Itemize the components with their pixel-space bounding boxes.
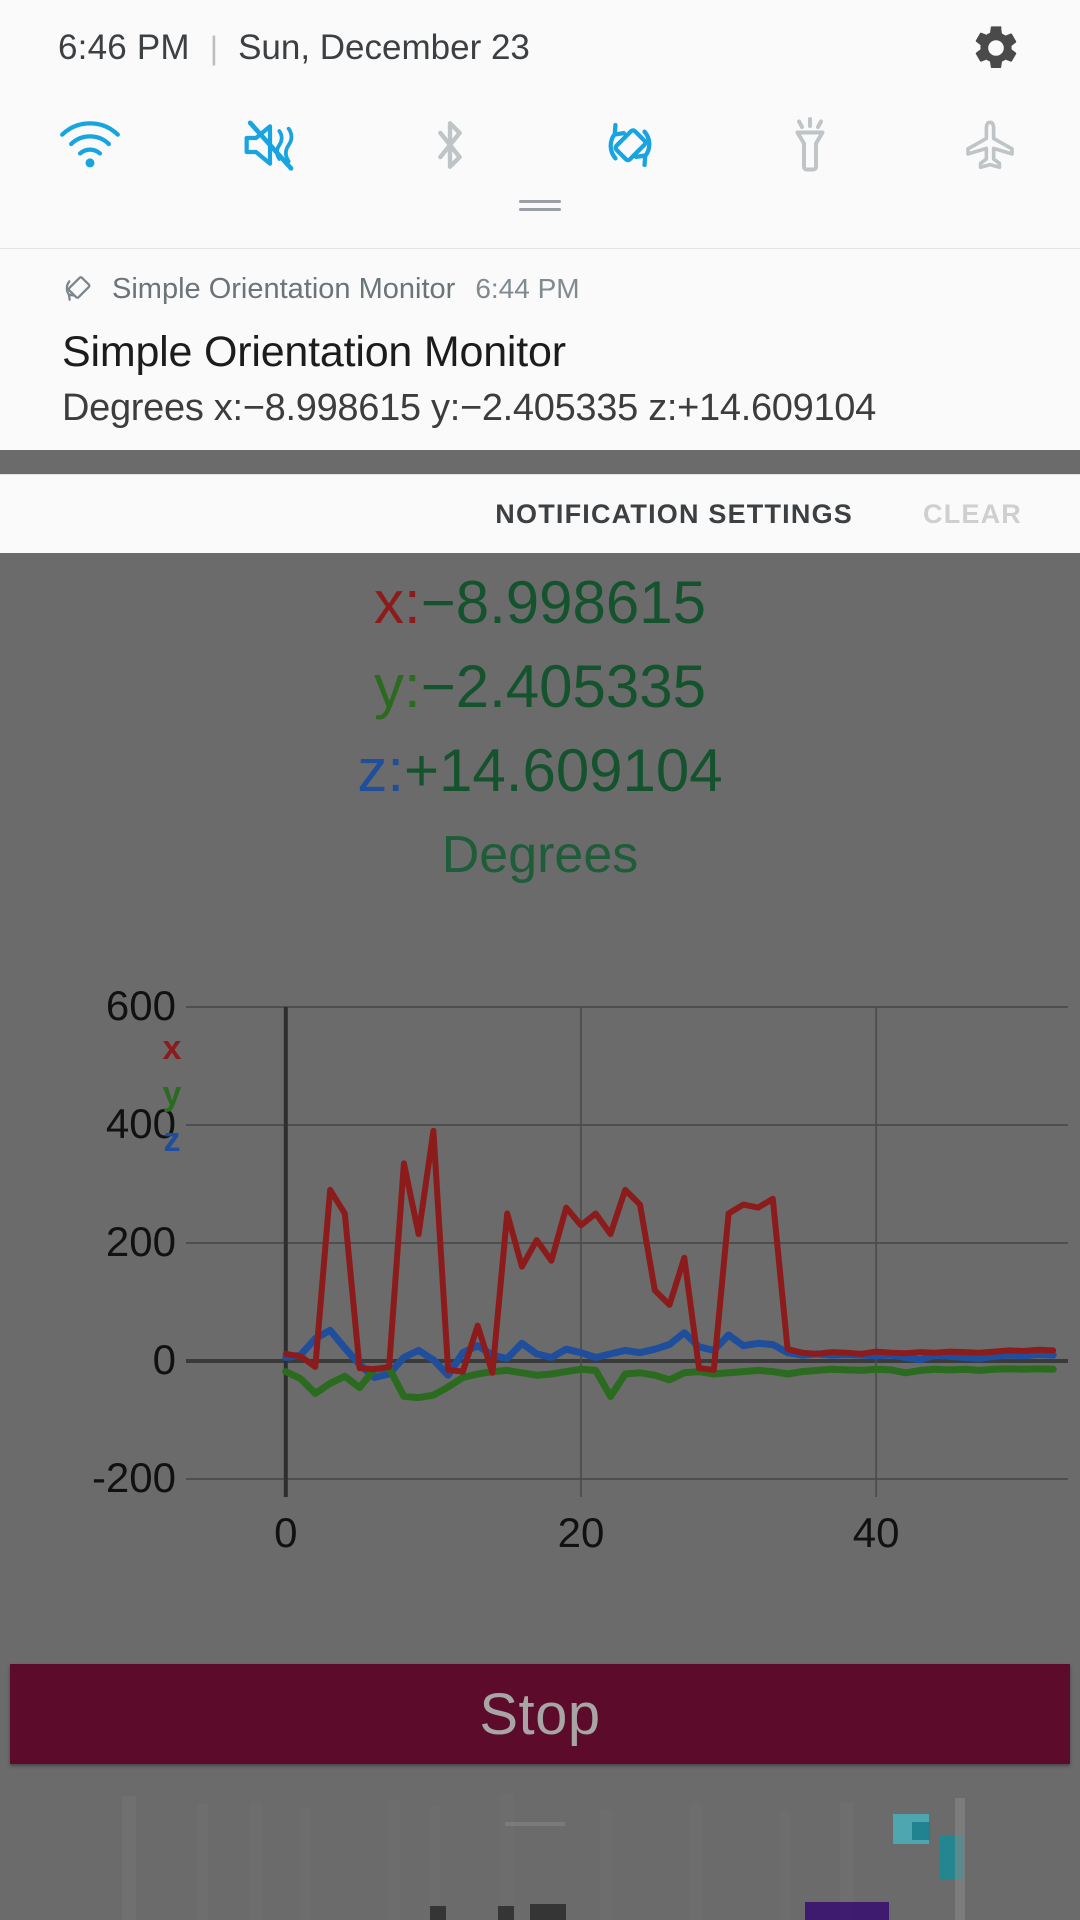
stop-button[interactable]: Stop [10,1664,1070,1764]
clear-all-button[interactable]: CLEAR [923,499,1022,530]
stop-button-label: Stop [479,1681,601,1747]
status-clock: 6:46 PM [58,28,190,67]
notification-header: Simple Orientation Monitor 6:44 PM [0,248,1080,306]
quick-toggle-flashlight[interactable] [720,96,900,194]
dimmed-shapes [122,1794,965,1920]
svg-text:-200: -200 [92,1454,176,1501]
gear-icon[interactable] [970,22,1022,74]
status-divider: | [209,29,219,66]
notification-card[interactable]: Simple Orientation Monitor 6:44 PM Simpl… [0,248,1080,430]
orientation-readouts: x:−8.998615 y:−2.405335 z:+14.609104 Deg… [0,553,1080,885]
flashlight-icon [795,117,825,172]
readout-z-row: z:+14.609104 [0,729,1080,813]
status-date: Sun, December 23 [238,28,530,67]
volume-mute-icon [244,120,294,171]
svg-text:600: 600 [106,982,176,1029]
notification-body: Degrees x:−8.998615 y:−2.405335 z:+14.60… [62,387,876,429]
quick-toggle-sound-mute[interactable] [180,96,360,194]
app-content: x:−8.998615 y:−2.405335 z:+14.609104 Deg… [0,553,1080,1920]
svg-text:40: 40 [853,1509,900,1556]
quick-toggle-wifi[interactable] [0,96,180,194]
readout-x-row: x:−8.998615 [0,561,1080,645]
airplane-icon [966,120,1014,170]
svg-text:z: z [164,1121,181,1159]
svg-text:200: 200 [106,1218,176,1265]
axis-label-z: z: [357,737,404,804]
readout-value-z: +14.609104 [404,737,723,804]
wifi-icon [60,121,120,168]
screen-rotation-icon [65,276,91,301]
quick-toggle-auto-rotate[interactable] [540,96,720,194]
svg-text:20: 20 [558,1509,605,1556]
chart-svg: -20002004006000 20 40xyz [92,982,1068,1556]
readout-y-row: y:−2.405335 [0,645,1080,729]
readout-value-x: −8.998615 [420,569,706,636]
svg-text:0: 0 [274,1509,297,1556]
shade-drag-handle[interactable] [519,200,561,211]
orientation-chart: -200 0 200 400 600 0 20 40 x y z [0,971,1080,1581]
axis-label-y: y: [374,653,421,720]
dimmed-background-content [0,1784,1080,1920]
bluetooth-icon [438,121,462,169]
notification-time: 6:44 PM [475,273,580,304]
svg-text:x: x [163,1029,182,1067]
notification-shade: 6:46 PM | Sun, December 23 Simple Orient… [0,0,1080,553]
quick-toggles [0,96,1080,194]
quick-toggle-bluetooth[interactable] [360,96,540,194]
status-bar: 6:46 PM | Sun, December 23 [0,0,1080,96]
axis-label-x: x: [374,569,421,636]
notification-title: Simple Orientation Monitor [62,328,566,376]
units-label: Degrees [441,826,639,884]
quick-toggle-airplane[interactable] [900,96,1080,194]
auto-rotate-icon [608,122,652,168]
svg-text:y: y [163,1075,182,1113]
notification-app-name: Simple Orientation Monitor [112,272,456,305]
notification-settings-button[interactable]: NOTIFICATION SETTINGS [495,499,853,530]
readout-value-y: −2.405335 [420,653,706,720]
svg-text:0: 0 [153,1336,176,1383]
notification-action-bar: NOTIFICATION SETTINGS CLEAR [0,475,1080,553]
